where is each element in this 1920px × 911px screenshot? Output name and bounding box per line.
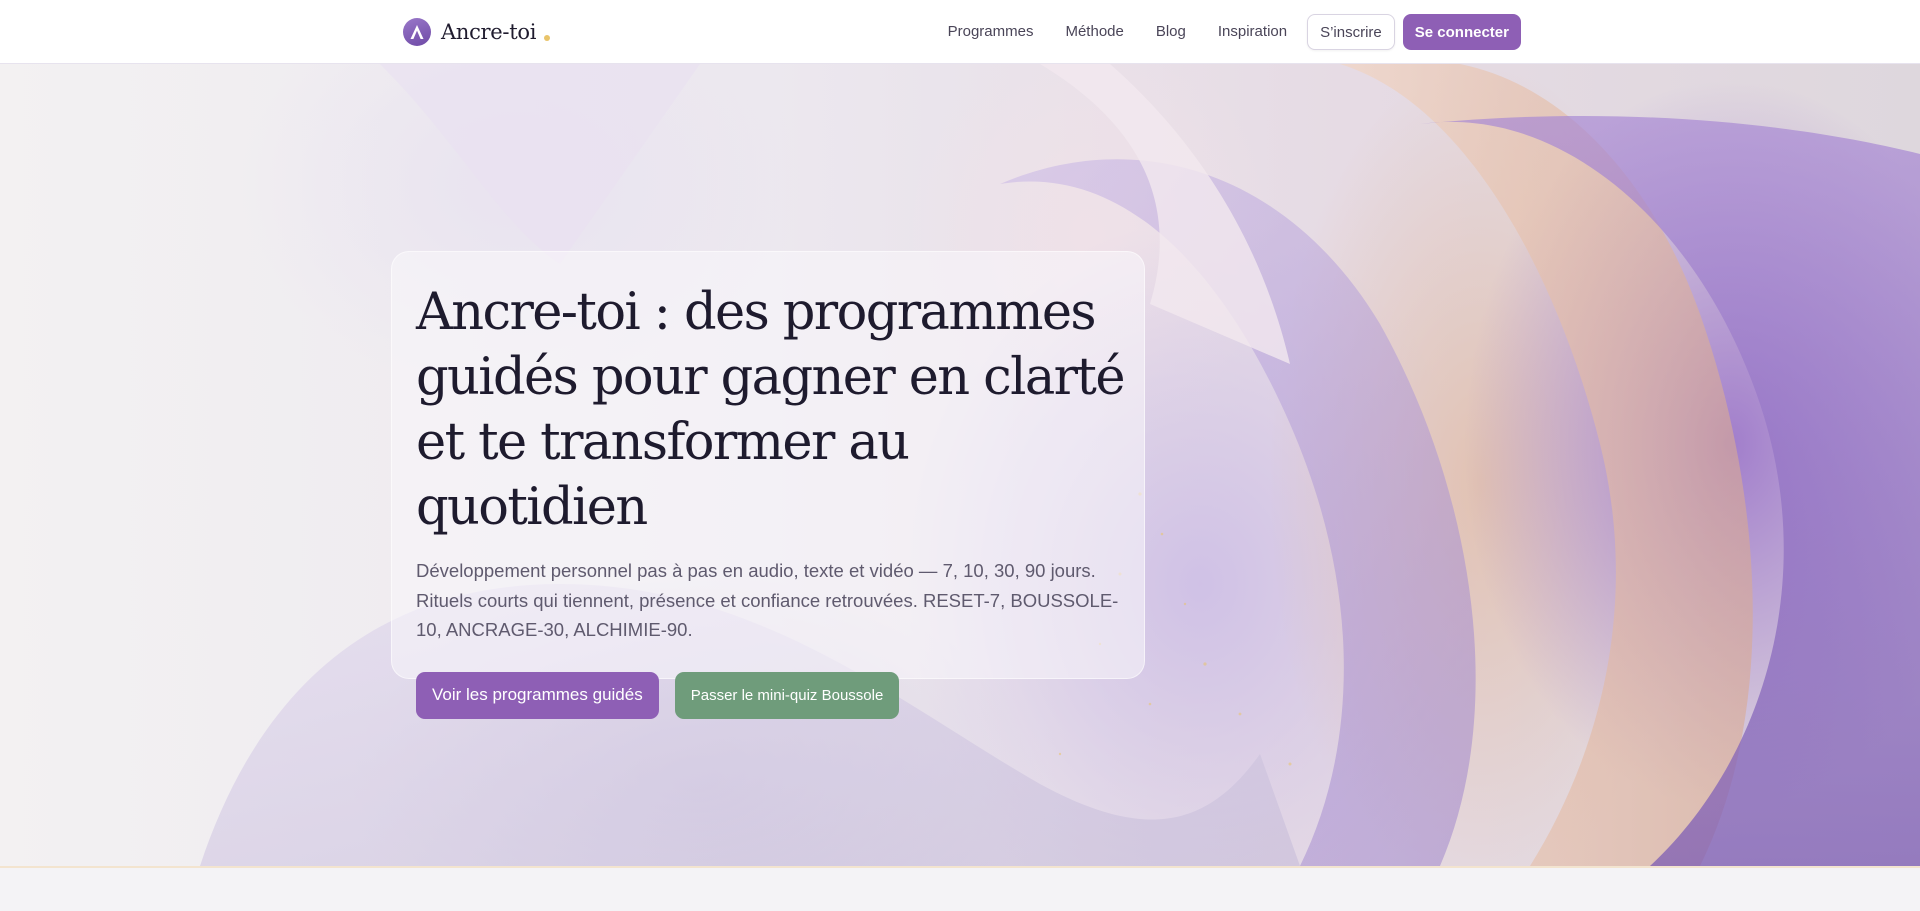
hero-actions: Voir les programmes guidés Passer le min…	[416, 671, 1120, 719]
brand-link[interactable]: Ancre-toi	[403, 17, 551, 47]
brand-logo-icon	[403, 18, 431, 46]
nav-link-methode[interactable]: Méthode	[1049, 14, 1139, 50]
view-programs-button[interactable]: Voir les programmes guidés	[416, 671, 659, 719]
login-button[interactable]: Se connecter	[1402, 14, 1521, 50]
top-navigation-bar: Ancre-toi Programmes Méthode Blog Inspir…	[0, 0, 1920, 64]
compass-quiz-button[interactable]: Passer le mini-quiz Boussole	[674, 671, 900, 719]
hero-card: Ancre-toi : des programmes guidés pour g…	[391, 251, 1145, 719]
hero-title: Ancre-toi : des programmes guidés pour g…	[416, 283, 1126, 537]
hero-section: Ancre-toi : des programmes guidés pour g…	[0, 64, 1920, 866]
brand-dot	[544, 35, 551, 41]
hero-subtitle: Développement personnel pas à pas en aud…	[416, 560, 1119, 640]
main-nav: Programmes Méthode Blog Inspiration S’in…	[932, 14, 1521, 50]
next-section-edge	[0, 866, 1920, 911]
nav-link-inspiration[interactable]: Inspiration	[1202, 14, 1303, 50]
nav-link-programmes[interactable]: Programmes	[932, 14, 1050, 50]
signup-button[interactable]: S’inscrire	[1307, 14, 1395, 50]
brand-name: Ancre-toi	[441, 20, 537, 44]
nav-link-blog[interactable]: Blog	[1140, 14, 1202, 50]
